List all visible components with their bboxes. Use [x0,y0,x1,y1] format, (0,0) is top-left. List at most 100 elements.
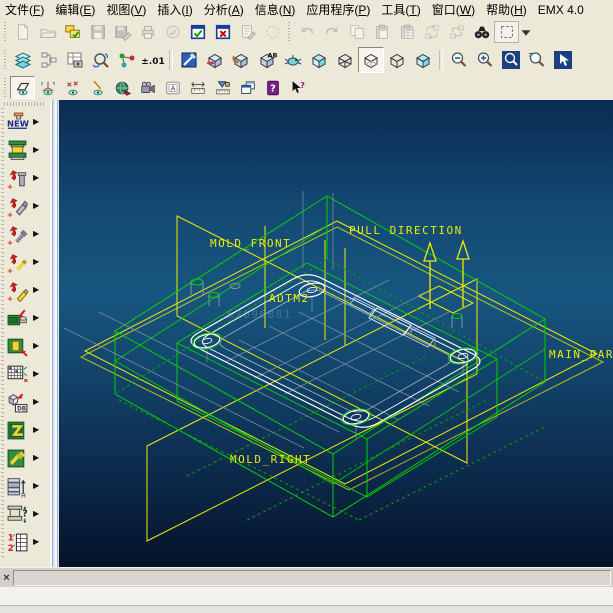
paste-button[interactable] [369,21,394,43]
emx-moldbase-info-flyout-arrow[interactable]: ▶ [33,510,39,518]
measure-offset-button[interactable] [210,76,235,99]
model-tree-button[interactable] [36,47,62,73]
adtm2-label[interactable]: ADTM2 [269,292,310,305]
emx-new-project-flyout-arrow[interactable]: ▶ [33,118,39,126]
verify-constraints-button[interactable] [114,47,140,73]
menu-insert[interactable]: 插入(I) [156,1,193,18]
sidebar-item-emx-component-db[interactable]: DB ▶ [0,388,50,416]
toolbar-gripper[interactable] [3,50,8,70]
redo-button[interactable] [319,21,344,43]
emx-add-equipment-flyout-arrow[interactable]: ▶ [33,174,39,182]
menu-tools[interactable]: 工具(T) [380,1,421,18]
sidebar-gripper-vertical[interactable] [1,108,4,558]
display-shaded-edges-button[interactable] [410,47,436,73]
emx-add-insert-flyout-arrow[interactable]: ▶ [33,202,39,210]
menu-emx[interactable]: EMX 4.0 [537,3,585,17]
sidebar-item-emx-add-screw[interactable]: + ▶ [0,220,50,248]
sidebar-gripper[interactable] [4,102,44,106]
sidebar-item-emx-create-pocket[interactable]: ▶ [0,332,50,360]
toolbar-gripper[interactable] [3,77,8,98]
display-wireframe-button[interactable] [332,47,358,73]
emx-bom-flyout-arrow[interactable]: ▶ [33,538,39,546]
menu-applications[interactable]: 应用程序(P) [305,1,371,18]
emx-add-screw-flyout-arrow[interactable]: ▶ [33,230,39,238]
menu-help[interactable]: 帮助(H) [485,1,528,18]
main-part-label[interactable]: MAIN_PART [549,348,613,361]
emx-add-dowel-flyout-arrow[interactable]: ▶ [33,258,39,266]
emx-component-db-flyout-arrow[interactable]: ▶ [33,398,39,406]
zoom-in-button[interactable] [472,47,498,73]
copy-button[interactable] [344,21,369,43]
sidebar-item-emx-add-tool[interactable]: + ▶ [0,276,50,304]
window-close-button[interactable] [210,21,235,43]
mold-front-label[interactable]: MOLD_FRONT [210,237,291,250]
menu-analysis[interactable]: 分析(A) [203,1,245,18]
fly-through-button[interactable] [280,47,306,73]
emx-plate-height-flyout-arrow[interactable]: ▶ [33,482,39,490]
pull-direction-label[interactable]: PULL DIRECTION [349,224,463,237]
move-component-button[interactable] [228,47,254,73]
emx-ejector-pin-flyout-arrow[interactable]: ▶ [33,426,39,434]
selection-filter-arrow-button[interactable] [519,21,532,43]
web-browser-button[interactable] [110,76,135,99]
viewport-scrollbar[interactable] [50,100,59,567]
help-button[interactable]: ? [260,76,285,99]
menu-view[interactable]: 视图(V) [105,1,147,18]
sidebar-item-emx-slider[interactable]: ▶ [0,444,50,472]
keyboard-shortcut-button[interactable]: A [160,76,185,99]
info-capture-button[interactable] [62,47,88,73]
emx-pattern-flyout-arrow[interactable]: ▶ [33,370,39,378]
undo-button[interactable] [294,21,319,43]
message-area-close-button[interactable]: × [0,572,13,584]
search-button[interactable] [469,21,494,43]
datum-planes-group[interactable] [79,215,605,542]
selection-filter-button[interactable] [494,21,519,43]
menu-edit[interactable]: 编辑(E) [54,1,96,18]
emx-add-tool-flyout-arrow[interactable]: ▶ [33,286,39,294]
sidebar-item-emx-pattern[interactable]: ▶ [0,360,50,388]
datum-csys-button[interactable] [85,76,110,99]
regenerate-button[interactable] [419,21,444,43]
graphics-viewport[interactable]: MOLD_FRONT PULL DIRECTION ADTM2 MAIN_PAR… [59,100,613,567]
window-accept-button[interactable] [185,21,210,43]
regenerate-screen-button[interactable] [444,21,469,43]
sidebar-item-emx-add-dowel[interactable]: + ▶ [0,248,50,276]
zoom-out-button[interactable] [446,47,472,73]
open-file-button[interactable] [35,21,60,43]
print-button[interactable] [135,21,160,43]
display-hiddenline-button[interactable] [358,47,384,73]
zoom-refit-button[interactable] [524,47,550,73]
menu-info[interactable]: 信息(N) [254,1,297,18]
layers-button[interactable] [10,47,36,73]
paste-special-button[interactable] [394,21,419,43]
emx-moldbase-flyout-arrow[interactable]: ▶ [33,146,39,154]
emx-place-component-flyout-arrow[interactable]: ▶ [33,314,39,322]
sidebar-item-emx-moldbase-info[interactable]: ? ▶ [0,500,50,528]
sidebar-item-emx-add-equipment[interactable]: + ▶ [0,164,50,192]
sidebar-item-emx-add-insert[interactable]: + ▶ [0,192,50,220]
viewport-canvas[interactable]: MOLD_FRONT PULL DIRECTION ADTM2 MAIN_PAR… [59,100,613,567]
sidebar-item-emx-place-component[interactable]: ▶ [0,304,50,332]
view-camera-button[interactable] [135,76,160,99]
edit-properties-button[interactable] [235,21,260,43]
sketch-display-button[interactable] [176,47,202,73]
mold-right-label[interactable]: MOLD_RIGHT [230,453,311,466]
menu-file[interactable]: 文件(F) [4,1,45,18]
sidebar-item-emx-ejector-pin[interactable]: ▶ [0,416,50,444]
measure-button[interactable] [185,76,210,99]
zoom-window-button[interactable] [498,47,524,73]
datum-planes-button[interactable] [10,76,35,99]
activate-window-button[interactable] [235,76,260,99]
menu-window[interactable]: 窗口(W) [431,1,476,18]
save-button[interactable] [85,21,110,43]
save-backup-button[interactable] [110,21,135,43]
annotate-component-button[interactable]: AB [254,47,280,73]
main-parting-plane[interactable] [83,220,599,485]
ejector-pins[interactable] [190,278,479,427]
datum-axes-button[interactable]: yx [35,76,60,99]
toolbar-gripper[interactable] [287,22,292,42]
select-special-button[interactable] [260,21,285,43]
display-shaded-button[interactable] [306,47,332,73]
context-help-button[interactable]: ? [285,76,310,99]
sidebar-item-emx-plate-height[interactable]: H ▶ [0,472,50,500]
